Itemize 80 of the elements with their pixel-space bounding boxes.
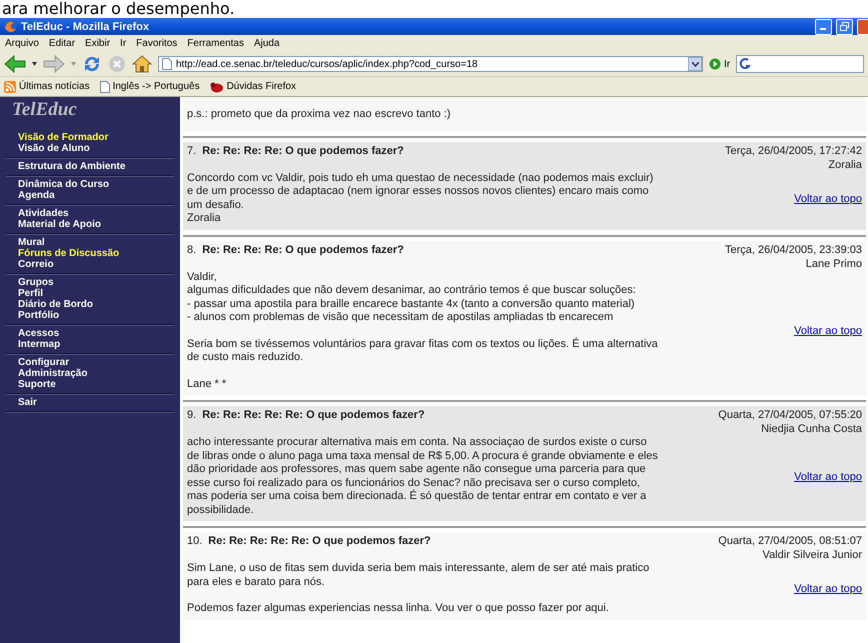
dropdown-button[interactable] (688, 57, 702, 71)
bookmark-link[interactable]: Últimas notícias (4, 80, 90, 92)
chevron-down-icon (692, 62, 698, 66)
sidebar-item[interactable]: Acessos (18, 328, 162, 339)
sidebar-item[interactable]: Portfólio (18, 310, 162, 321)
back-icon[interactable] (4, 55, 26, 73)
post-title: Re: Re: Re: Re: Re: O que podemos fazer? (202, 409, 425, 421)
post-text: Concordo com vc Valdir, pois tudo eh uma questao de necessidade (nao podemos mais excluir) e de um processo de adaptacao (nem ignorar esses nossos novos clientes) encaro mais como um desafio. Zoralia (187, 172, 654, 226)
close-button[interactable] (857, 18, 868, 34)
menu-item[interactable]: Exibir (85, 38, 110, 49)
caption-text: ara melhorar o desempenho. (1, 0, 236, 18)
sidebar-item[interactable]: Atividades (18, 208, 162, 219)
rss-icon (4, 80, 16, 92)
post-number: 8. (187, 244, 196, 256)
sidebar-item[interactable]: Perfil (18, 288, 162, 299)
sidebar-item[interactable]: Diário de Bordo (18, 299, 162, 310)
post-date: Terça, 26/04/2005, 17:27:42 (725, 144, 862, 156)
post-title: Re: Re: Re: Re: O que podemos fazer? (202, 144, 404, 156)
sidebar-item[interactable]: Sair (18, 397, 162, 408)
post-title: Re: Re: Re: Re: O que podemos fazer? (202, 244, 404, 256)
search-engine-icon (739, 58, 754, 70)
address-field[interactable]: http://ead.ce.senac.br/teleduc/cursos/aplic/index.php?cod_curso=18 (158, 56, 703, 72)
sidebar-item[interactable]: Grupos (18, 277, 162, 288)
minimize-button[interactable] (815, 18, 832, 34)
bookmark-link[interactable]: Dúvidas Firefox (210, 80, 296, 92)
sidebar-item[interactable]: Estrutura do Ambiente (18, 161, 162, 172)
sidebar-item[interactable]: Suporte (18, 379, 162, 390)
post-title: Re: Re: Re: Re: Re: O que podemos fazer? (208, 535, 431, 547)
post-text: Podemos fazer algumas experiencias nessa linha. Vou ver o que posso fazer por aqui. (187, 602, 610, 616)
go-icon (709, 58, 721, 70)
sidebar-item[interactable]: Configurar (18, 357, 162, 368)
post-number: 10. (187, 535, 202, 547)
sidebar-item[interactable]: Agenda (18, 190, 162, 201)
sidebar-item[interactable]: Dinâmica do Curso (18, 179, 162, 190)
back-to-top-link[interactable]: Voltar ao topo (794, 582, 862, 595)
bookmark-link[interactable]: Inglês -> Português (100, 80, 200, 92)
post-number: 9. (187, 409, 196, 421)
menu-item[interactable]: Editar (48, 38, 76, 49)
menu-item[interactable]: Favoritos (136, 38, 178, 49)
firefox-icon (4, 20, 17, 33)
sidebar-item[interactable]: Fóruns de Discussão (18, 248, 162, 259)
reload-icon[interactable] (82, 55, 102, 73)
sidebar-item[interactable]: Material de Apoio (18, 219, 162, 230)
post-text: Lane * * (187, 378, 228, 391)
sidebar-item[interactable]: Administração (18, 368, 162, 379)
menu-item[interactable]: Ajuda (254, 38, 280, 49)
post-date: Quarta, 27/04/2005, 07:55:20 (718, 409, 862, 421)
menu-item[interactable]: Arquivo (5, 38, 39, 49)
restore-icon (840, 22, 849, 31)
post-text: Seria bom se tivéssemos voluntários para gravar fitas com os textos ou lições. É uma alternativa de custo mais reduzido. (187, 338, 658, 364)
home-icon[interactable] (132, 55, 152, 73)
window-title: TelEduc - Mozilla Firefox (21, 20, 150, 32)
post-text: acho interessante procurar alternativa mais em conta. Na associaçao de surdos existe o curso de libras onde o aluno paga uma taxa mensal de R$ 5,00. A procura é grande obviamente e eles dão prioridade aos professores, mas quem sabe agente não consegue uma parceria para que esse curso foi realizado para os funcionários do Senac? não precisava ser o curso completo, mas poderia ser uma coisa bem direcionada. É só questão de tentar entrar em contato e ver a possibilidade. (187, 436, 658, 517)
sidebar-item[interactable]: Intermap (18, 339, 162, 350)
menu-item[interactable]: Ir (120, 38, 126, 49)
maximize-button[interactable] (836, 18, 853, 34)
post-author: Zoralia (827, 158, 862, 170)
sidebar-item[interactable]: Correio (18, 259, 162, 270)
back-to-top-link[interactable]: Voltar ao topo (794, 470, 862, 482)
page-icon (162, 58, 172, 70)
sidebar-item[interactable]: Mural (18, 237, 162, 248)
back-to-top-link[interactable]: Voltar ao topo (794, 324, 862, 337)
logo: TelEduc (11, 99, 78, 122)
sidebar-item[interactable]: Visão de Formador (18, 132, 162, 143)
post-author: Lane Primo (804, 258, 862, 270)
post-date: Terça, 26/04/2005, 23:39:03 (725, 244, 862, 256)
post-number: 7. (187, 144, 196, 156)
menu-item[interactable]: Ferramentas (187, 38, 244, 49)
back-to-top-link[interactable]: Voltar ao topo (794, 192, 862, 204)
search-field[interactable] (736, 55, 864, 73)
post-text: p.s.: prometo que da proxima vez nao escrevo tanto :) (187, 108, 452, 122)
post-text: Valdir, algumas dificuldades que não devem desanimar, ao contrário temos é que buscar soluções: - passar uma apostila para braille encarece bastante 4x (tanto a conversão quanto material) - alunos com problemas de visão que necessitam de apostilas ampliadas tb encarecem (187, 270, 637, 324)
post-author: Valdir Silveira Junior (762, 549, 862, 561)
go-button[interactable]: Ir (709, 58, 730, 70)
post-date: Quarta, 27/04/2005, 08:51:07 (718, 535, 862, 547)
caret-icon[interactable] (32, 62, 37, 66)
post-author: Niedjia Cunha Costa (760, 423, 862, 435)
page-icon (100, 80, 110, 92)
sidebar-item[interactable]: Visão de Aluno (18, 143, 162, 154)
post-text: Sim Lane, o uso de fitas sem duvida seria bem mais interessante, alem de ser até mais pratico para eles e barato para nós. (187, 562, 650, 589)
